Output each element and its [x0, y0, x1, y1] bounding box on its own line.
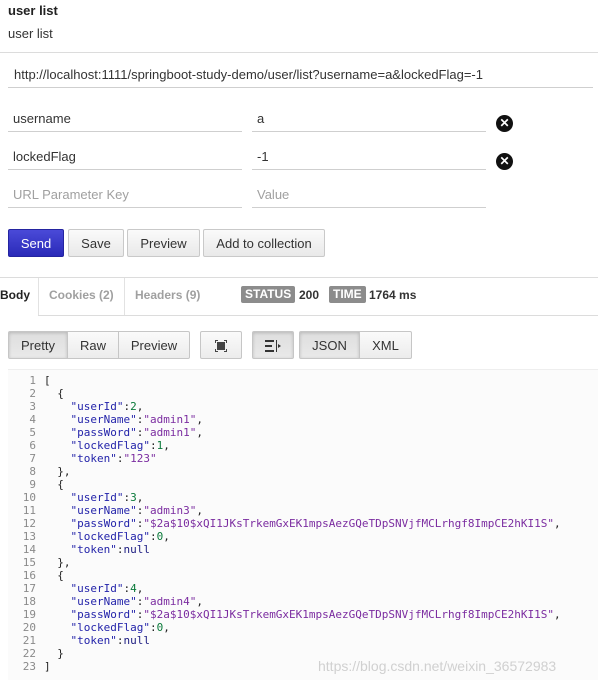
line-number: 14 [22, 543, 36, 556]
send-button[interactable]: Send [8, 229, 64, 257]
code-line: "lockedFlag":0, [70, 621, 170, 634]
line-number: 9 [29, 478, 36, 491]
response-json: [ { "userId":2, "userName":"admin1", "pa… [44, 374, 561, 673]
preview-view-button[interactable]: Preview [118, 331, 190, 359]
line-number: 7 [29, 452, 36, 465]
code-line: "token":null [70, 634, 150, 647]
fullscreen-icon[interactable] [200, 331, 242, 359]
code-line: }, [44, 465, 71, 478]
code-line: "lockedFlag":1, [70, 439, 170, 452]
line-number: 6 [29, 439, 36, 452]
tab-headers[interactable]: Headers (9) [135, 288, 200, 302]
tab-cookies[interactable]: Cookies (2) [49, 288, 114, 302]
line-number: 23 [22, 660, 36, 673]
line-number: 12 [22, 517, 36, 530]
status-badge: STATUS [241, 286, 296, 303]
watermark: https://blog.csdn.net/weixin_36572983 [318, 658, 557, 674]
code-line: "userId":2, [70, 400, 144, 413]
new-param-key-input[interactable] [8, 182, 242, 208]
param-key-input[interactable] [8, 144, 242, 170]
code-line: "token":null [70, 543, 150, 556]
param-value-input[interactable] [252, 144, 486, 170]
remove-param-icon[interactable]: ✕ [496, 153, 513, 170]
pretty-view-button[interactable]: Pretty [8, 331, 68, 359]
line-number: 8 [29, 465, 36, 478]
save-button[interactable]: Save [68, 229, 124, 257]
code-line: "userName":"admin1", [70, 413, 203, 426]
code-line: "userName":"admin4", [70, 595, 203, 608]
tab-body[interactable]: Body [0, 288, 30, 302]
wrap-lines-icon[interactable] [252, 331, 294, 359]
code-line: [ [44, 374, 51, 387]
page-subtitle: user list [8, 26, 53, 41]
code-line: "userId":3, [70, 491, 144, 504]
line-number: 21 [22, 634, 36, 647]
line-number: 2 [29, 387, 36, 400]
divider [0, 52, 598, 53]
line-numbers: 1 2 3 4 5 6 7 8 9 10 11 12 13 14 15 16 17 18 19 20 21 22 23 [8, 374, 36, 673]
code-line: "token":"123" [70, 452, 157, 465]
response-time: 1764 ms [369, 288, 417, 302]
line-number: 10 [22, 491, 36, 504]
divider [0, 277, 598, 278]
status-code: 200 [299, 288, 320, 302]
line-number: 18 [22, 595, 36, 608]
xml-format-button[interactable]: XML [359, 331, 412, 359]
code-line: "passWord":"$2a$10$xQI1JKsTrkemGxEK1mpsA… [70, 608, 561, 621]
tab-divider [38, 278, 39, 315]
param-key-input[interactable] [8, 106, 242, 132]
raw-view-button[interactable]: Raw [67, 331, 119, 359]
param-value-input[interactable] [252, 106, 486, 132]
code-line: "passWord":"$2a$10$xQI1JKsTrkemGxEK1mpsA… [70, 517, 561, 530]
tab-divider [124, 278, 125, 315]
code-line: { [44, 569, 64, 582]
code-line: "userName":"admin3", [70, 504, 203, 517]
code-line: "passWord":"admin1", [70, 426, 203, 439]
line-number: 19 [22, 608, 36, 621]
time-badge: TIME [329, 286, 366, 303]
line-number: 11 [22, 504, 36, 517]
code-line: { [44, 387, 64, 400]
line-number: 4 [29, 413, 36, 426]
add-to-collection-button[interactable]: Add to collection [203, 229, 325, 257]
line-number: 17 [22, 582, 36, 595]
divider [38, 315, 598, 316]
code-line: { [44, 478, 64, 491]
preview-button[interactable]: Preview [127, 229, 200, 257]
line-number: 1 [29, 374, 36, 387]
json-format-button[interactable]: JSON [299, 331, 360, 359]
code-line: "userId":4, [70, 582, 144, 595]
line-number: 15 [22, 556, 36, 569]
code-line: "lockedFlag":0, [70, 530, 170, 543]
remove-param-icon[interactable]: ✕ [496, 115, 513, 132]
request-url-input[interactable] [8, 62, 593, 88]
line-number: 5 [29, 426, 36, 439]
line-number: 13 [22, 530, 36, 543]
new-param-value-input[interactable] [252, 182, 486, 208]
line-number: 22 [22, 647, 36, 660]
code-line: }, [44, 556, 71, 569]
line-number: 16 [22, 569, 36, 582]
line-number: 3 [29, 400, 36, 413]
line-number: 20 [22, 621, 36, 634]
response-body-code[interactable]: 1 2 3 4 5 6 7 8 9 10 11 12 13 14 15 16 17 18 19 20 21 22 23 [ … [8, 369, 598, 680]
page-title: user list [8, 3, 58, 18]
